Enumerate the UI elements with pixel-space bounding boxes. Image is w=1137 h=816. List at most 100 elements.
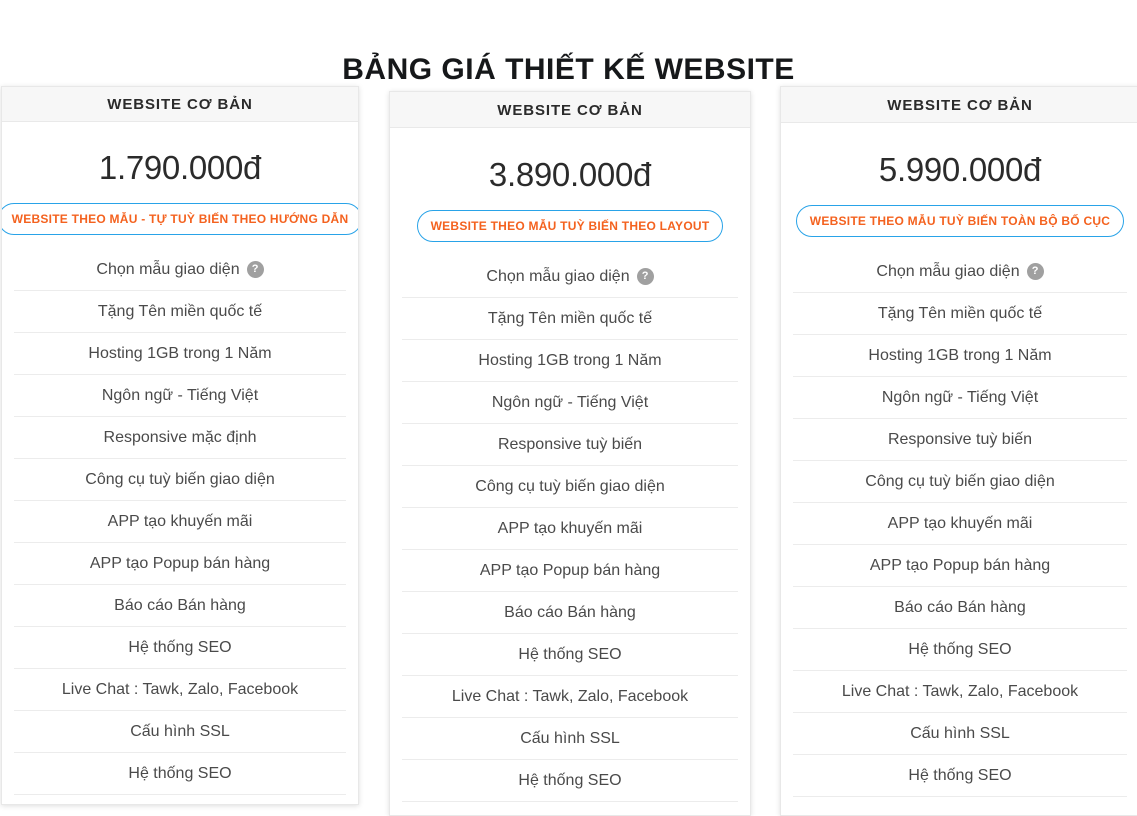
feature-label: APP tạo khuyến mãi (497, 519, 643, 537)
feature-row: Hệ thống SEO (793, 755, 1127, 797)
pricing-card-header: WEBSITE CƠ BẢN (2, 87, 358, 122)
feature-label: Chọn mẫu giao diện (486, 267, 630, 285)
badge-container: WEBSITE THEO MẪU - TỰ TUỲ BIẾN THEO HƯỚN… (2, 203, 358, 235)
feature-label: Live Chat : Tawk, Zalo, Facebook (841, 682, 1079, 700)
feature-label: Cấu hình SSL (130, 722, 230, 740)
feature-label: Ngôn ngữ - Tiếng Việt (101, 386, 259, 404)
pricing-card-body: 1.790.000đ WEBSITE THEO MẪU - TỰ TUỲ BIẾ… (2, 149, 358, 795)
feature-row: Chọn mẫu giao diện? (793, 251, 1127, 293)
feature-row: Hệ thống SEO (402, 634, 738, 676)
feature-row: Cấu hình SSL (793, 713, 1127, 755)
feature-label: Responsive mặc định (103, 428, 257, 446)
pricing-card-header: WEBSITE CƠ BẢN (390, 92, 750, 128)
badge-container: WEBSITE THEO MẪU TUỲ BIẾN THEO LAYOUT (402, 210, 738, 242)
feature-row: Cấu hình SSL (14, 711, 346, 753)
feature-label: APP tạo khuyến mãi (887, 514, 1033, 532)
feature-row: Responsive tuỳ biến (793, 419, 1127, 461)
pricing-card-header: WEBSITE CƠ BẢN (781, 87, 1137, 123)
feature-row: Chọn mẫu giao diện? (14, 249, 346, 291)
pricing-card-basic: WEBSITE CƠ BẢN 1.790.000đ WEBSITE THEO M… (1, 86, 359, 805)
feature-row: APP tạo khuyến mãi (793, 503, 1127, 545)
feature-label: Ngôn ngữ - Tiếng Việt (491, 393, 649, 411)
help-icon[interactable]: ? (1026, 263, 1044, 280)
feature-row: Hosting 1GB trong 1 Năm (793, 335, 1127, 377)
feature-list: Chọn mẫu giao diện? Tặng Tên miền quốc tế… (14, 249, 346, 795)
pricing-card-title: WEBSITE CƠ BẢN (107, 96, 253, 113)
feature-label: APP tạo Popup bán hàng (479, 561, 661, 579)
feature-row: APP tạo khuyến mãi (14, 501, 346, 543)
feature-label: Tặng Tên miền quốc tế (877, 304, 1043, 322)
feature-row: Ngôn ngữ - Tiếng Việt (793, 377, 1127, 419)
feature-label: Cấu hình SSL (520, 729, 620, 747)
page-title: BẢNG GIÁ THIẾT KẾ WEBSITE (342, 53, 795, 87)
help-icon[interactable]: ? (246, 261, 264, 278)
feature-list: Chọn mẫu giao diện? Tặng Tên miền quốc tế… (793, 251, 1127, 797)
feature-row: Tặng Tên miền quốc tế (402, 298, 738, 340)
feature-label: Tặng Tên miền quốc tế (487, 309, 653, 327)
help-icon[interactable]: ? (636, 268, 654, 285)
feature-row: Hosting 1GB trong 1 Năm (402, 340, 738, 382)
feature-row: Công cụ tuỳ biến giao diện (14, 459, 346, 501)
feature-row: Cấu hình SSL (402, 718, 738, 760)
feature-label: Công cụ tuỳ biến giao diện (865, 472, 1055, 490)
feature-label: Chọn mẫu giao diện (876, 262, 1020, 280)
pricing-card-title: WEBSITE CƠ BẢN (887, 97, 1033, 114)
price-amount: 5.990.000đ (878, 151, 1042, 188)
feature-label: Tặng Tên miền quốc tế (97, 302, 263, 320)
pricing-card-body: 3.890.000đ WEBSITE THEO MẪU TUỲ BIẾN THE… (390, 156, 750, 802)
feature-label: Báo cáo Bán hàng (504, 603, 636, 621)
feature-row: Live Chat : Tawk, Zalo, Facebook (402, 676, 738, 718)
feature-label: Hệ thống SEO (128, 638, 232, 656)
feature-row: APP tạo Popup bán hàng (402, 550, 738, 592)
feature-label: Báo cáo Bán hàng (894, 598, 1026, 616)
feature-label: Responsive tuỳ biến (887, 430, 1033, 448)
feature-row: Ngôn ngữ - Tiếng Việt (402, 382, 738, 424)
feature-label: Hệ thống SEO (128, 764, 232, 782)
feature-row: Hệ thống SEO (14, 627, 346, 669)
price-amount: 1.790.000đ (98, 149, 262, 186)
feature-row: APP tạo Popup bán hàng (14, 543, 346, 585)
feature-label: Hosting 1GB trong 1 Năm (478, 351, 662, 369)
feature-label: Hosting 1GB trong 1 Năm (88, 344, 272, 362)
badge-container: WEBSITE THEO MẪU TUỲ BIẾN TOÀN BỘ BỐ CỤC (793, 205, 1127, 237)
plan-badge[interactable]: WEBSITE THEO MẪU - TỰ TUỲ BIẾN THEO HƯỚN… (2, 203, 358, 235)
feature-row: Hệ thống SEO (14, 753, 346, 795)
feature-label: Cấu hình SSL (910, 724, 1010, 742)
feature-label: Hosting 1GB trong 1 Năm (868, 346, 1052, 364)
feature-row: Hosting 1GB trong 1 Năm (14, 333, 346, 375)
feature-label: Công cụ tuỳ biến giao diện (475, 477, 665, 495)
feature-row: Tặng Tên miền quốc tế (14, 291, 346, 333)
pricing-card-premium: WEBSITE CƠ BẢN 5.990.000đ WEBSITE THEO M… (780, 86, 1137, 816)
plan-badge[interactable]: WEBSITE THEO MẪU TUỲ BIẾN TOÀN BỘ BỐ CỤC (795, 205, 1125, 237)
feature-row: Báo cáo Bán hàng (793, 587, 1127, 629)
feature-row: Báo cáo Bán hàng (402, 592, 738, 634)
feature-label: Live Chat : Tawk, Zalo, Facebook (61, 680, 299, 698)
feature-label: Hệ thống SEO (518, 645, 622, 663)
feature-label: Responsive tuỳ biến (497, 435, 643, 453)
feature-list: Chọn mẫu giao diện? Tặng Tên miền quốc tế… (402, 256, 738, 802)
plan-badge[interactable]: WEBSITE THEO MẪU TUỲ BIẾN THEO LAYOUT (416, 210, 724, 242)
feature-label: Báo cáo Bán hàng (114, 596, 246, 614)
feature-label: Hệ thống SEO (908, 640, 1012, 658)
price-amount: 3.890.000đ (488, 156, 652, 193)
feature-label: Live Chat : Tawk, Zalo, Facebook (451, 687, 689, 705)
feature-row: Chọn mẫu giao diện? (402, 256, 738, 298)
feature-label: Công cụ tuỳ biến giao diện (85, 470, 275, 488)
feature-row: Responsive mặc định (14, 417, 346, 459)
feature-row: Công cụ tuỳ biến giao diện (793, 461, 1127, 503)
feature-row: Hệ thống SEO (402, 760, 738, 802)
feature-label: Hệ thống SEO (908, 766, 1012, 784)
feature-label: APP tạo Popup bán hàng (89, 554, 271, 572)
feature-row: APP tạo khuyến mãi (402, 508, 738, 550)
feature-label: APP tạo Popup bán hàng (869, 556, 1051, 574)
feature-label: Ngôn ngữ - Tiếng Việt (881, 388, 1039, 406)
feature-row: Live Chat : Tawk, Zalo, Facebook (793, 671, 1127, 713)
feature-row: Ngôn ngữ - Tiếng Việt (14, 375, 346, 417)
feature-label: Chọn mẫu giao diện (96, 260, 240, 278)
feature-row: Tặng Tên miền quốc tế (793, 293, 1127, 335)
feature-row: Công cụ tuỳ biến giao diện (402, 466, 738, 508)
feature-label: APP tạo khuyến mãi (107, 512, 253, 530)
pricing-card-title: WEBSITE CƠ BẢN (497, 102, 643, 119)
feature-row: Responsive tuỳ biến (402, 424, 738, 466)
feature-row: APP tạo Popup bán hàng (793, 545, 1127, 587)
